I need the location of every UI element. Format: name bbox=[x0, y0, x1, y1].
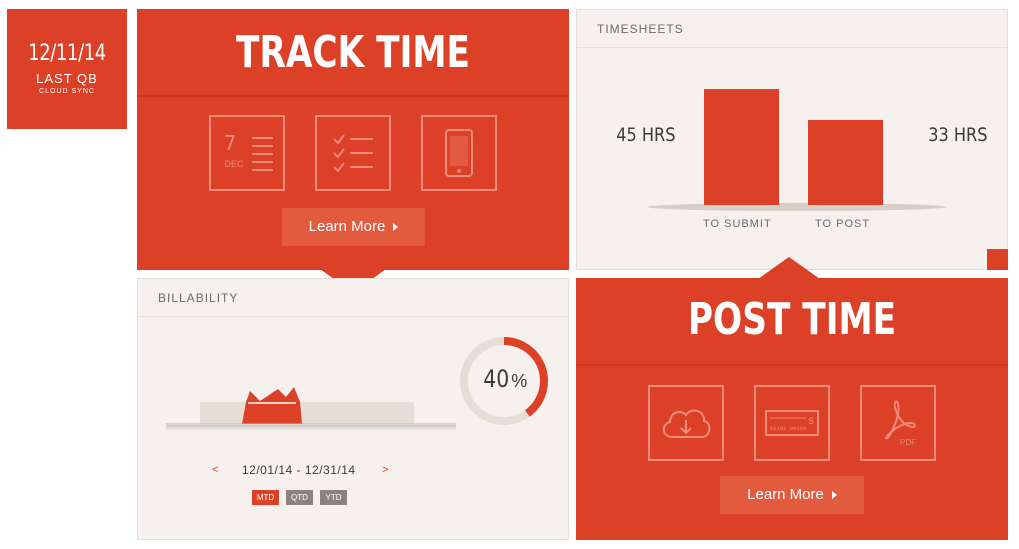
bar-label-to-post: TO POST bbox=[815, 218, 871, 230]
tab-mtd[interactable]: MTD bbox=[252, 490, 279, 505]
svg-text:10101 00100: 10101 00100 bbox=[770, 425, 806, 432]
svg-text:7: 7 bbox=[224, 131, 237, 155]
sync-date: 12/11/14 bbox=[28, 41, 106, 66]
timesheets-chart bbox=[647, 89, 947, 211]
post-learn-more-button[interactable]: Learn More bbox=[720, 476, 864, 514]
calendar-list-icon[interactable]: 7 DEC bbox=[209, 115, 285, 191]
prev-period-button[interactable]: < bbox=[212, 464, 218, 476]
learn-more-label: Learn More bbox=[308, 218, 386, 235]
post-time-panel: POST TIME 10101 00100 $ PDF Learn More bbox=[576, 278, 1008, 540]
sync-sublabel: CLOUD SYNC bbox=[39, 88, 95, 95]
learn-more-label: Learn More bbox=[747, 486, 824, 503]
svg-text:$: $ bbox=[808, 416, 813, 426]
check-payment-icon[interactable]: 10101 00100 $ bbox=[754, 385, 830, 461]
checklist-icon[interactable] bbox=[315, 115, 391, 191]
chevron-right-icon bbox=[393, 223, 399, 232]
track-learn-more-button[interactable]: Learn More bbox=[282, 208, 425, 246]
last-sync-tile: 12/11/14 LAST QB CLOUD SYNC bbox=[7, 9, 127, 129]
sync-label: LAST QB bbox=[36, 71, 98, 86]
date-range: 12/01/14 - 12/31/14 bbox=[242, 463, 356, 477]
divider bbox=[576, 364, 1008, 366]
timesheets-panel: TIMESHEETS 45 HRS 33 HRS TO SUBMIT TO PO… bbox=[576, 9, 1008, 270]
timesheets-heading: TIMESHEETS bbox=[577, 10, 1007, 48]
tab-ytd[interactable]: YTD bbox=[320, 490, 347, 505]
divider bbox=[137, 95, 569, 97]
svg-text:PDF: PDF bbox=[900, 438, 916, 447]
chart-baseline bbox=[647, 203, 947, 211]
next-period-button[interactable]: > bbox=[382, 464, 388, 476]
tab-qtd[interactable]: QTD bbox=[286, 490, 313, 505]
svg-text:DEC: DEC bbox=[224, 159, 244, 169]
bar-to-submit bbox=[704, 89, 779, 205]
bar-to-post bbox=[808, 119, 883, 205]
percent-number: 40 bbox=[483, 365, 509, 393]
post-time-title: POST TIME bbox=[687, 294, 897, 345]
bar-label-to-submit: TO SUBMIT bbox=[703, 218, 772, 230]
billability-percent: 40% bbox=[456, 365, 552, 393]
chevron-right-icon bbox=[831, 491, 837, 500]
post-pointer bbox=[758, 257, 820, 279]
billability-heading: BILLABILITY bbox=[138, 279, 568, 317]
phone-icon[interactable] bbox=[421, 115, 497, 191]
track-time-title: TRACK TIME bbox=[236, 27, 470, 78]
pdf-icon[interactable]: PDF bbox=[860, 385, 936, 461]
billability-graph bbox=[166, 387, 456, 431]
track-time-panel: TRACK TIME 7 DEC Learn More bbox=[137, 9, 569, 270]
cloud-download-icon[interactable] bbox=[648, 385, 724, 461]
billability-panel: BILLABILITY 40% < 12/01/14 - 12/31/14 > bbox=[137, 278, 569, 540]
expand-corner[interactable] bbox=[987, 249, 1008, 270]
percent-sign: % bbox=[511, 371, 528, 391]
